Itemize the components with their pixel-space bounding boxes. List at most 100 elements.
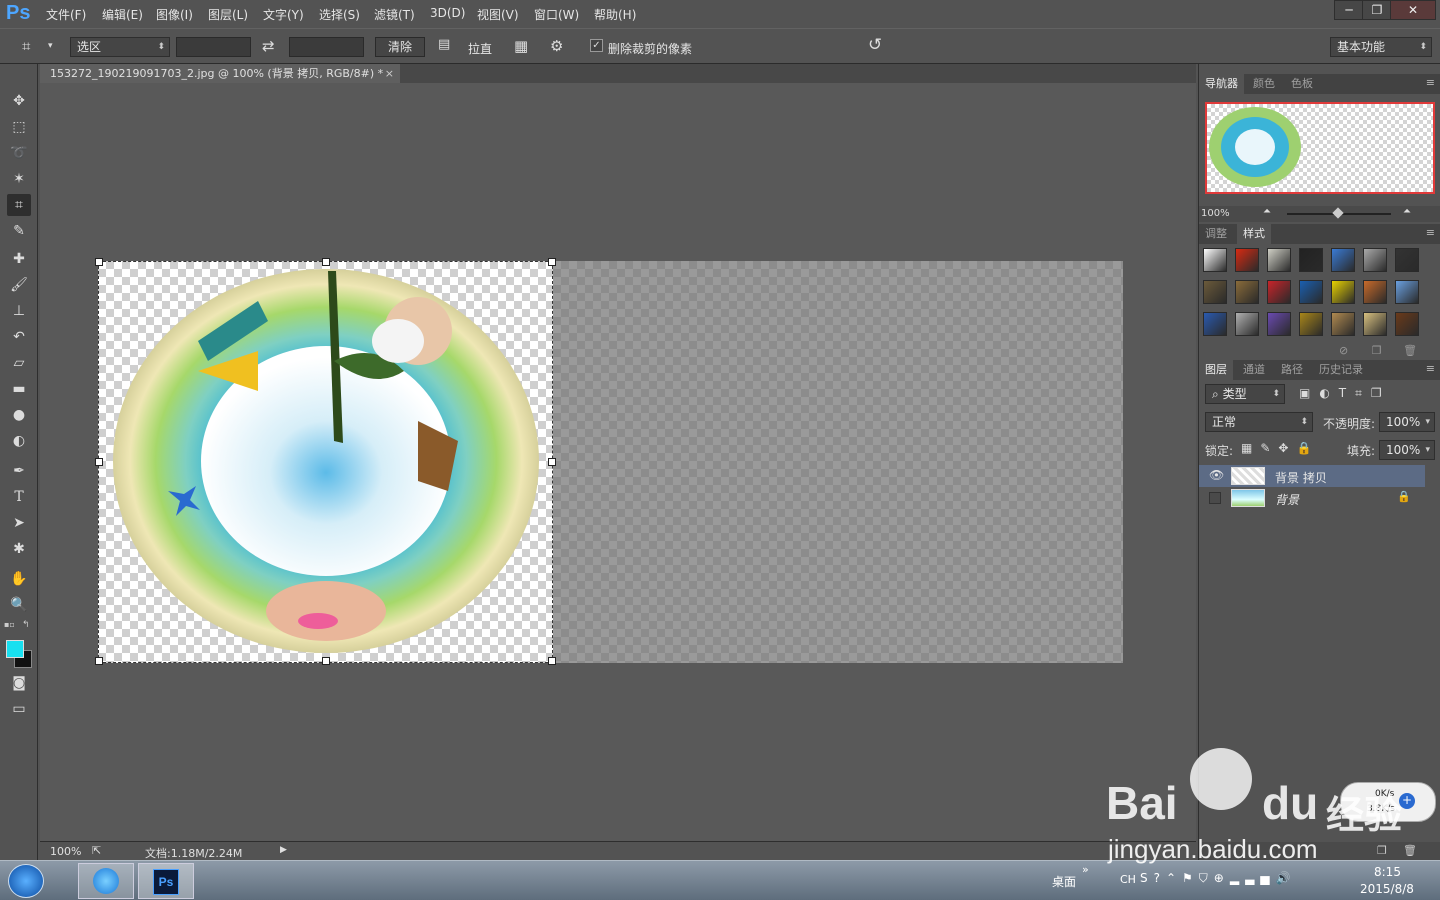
style-swatch[interactable] (1363, 312, 1387, 336)
menu-file[interactable]: 文件(F) (46, 6, 86, 23)
lasso-tool-icon[interactable]: ➰ (7, 142, 31, 164)
style-swatch[interactable] (1331, 312, 1355, 336)
straighten-icon[interactable]: ▤ (438, 37, 450, 52)
layer-row[interactable]: 👁 背景 拷贝 (1199, 465, 1425, 487)
style-swatch[interactable] (1267, 280, 1291, 304)
tab-swatches[interactable]: 色板 (1285, 74, 1319, 94)
new-layer-icon[interactable]: ❐ (1377, 844, 1387, 857)
healing-brush-icon[interactable]: ✚ (7, 248, 31, 270)
close-tab-icon[interactable]: × (385, 64, 394, 83)
style-swatch[interactable] (1331, 248, 1355, 272)
input-language[interactable]: CH (1120, 873, 1136, 886)
style-swatch[interactable] (1267, 312, 1291, 336)
tool-preset-arrow-icon[interactable]: ▾ (48, 41, 53, 51)
visibility-toggle[interactable] (1209, 492, 1221, 504)
crop-tool-icon[interactable]: ⌗ (7, 194, 31, 216)
tab-styles[interactable]: 样式 (1237, 224, 1271, 244)
crop-handle-left[interactable] (95, 458, 103, 466)
menu-3d[interactable]: 3D(D) (430, 6, 465, 20)
zoom-in-icon[interactable]: ⏶ (1403, 206, 1411, 217)
shape-tool-icon[interactable]: ✱ (7, 538, 31, 560)
swap-icon[interactable]: ⇄ (262, 37, 275, 55)
menu-window[interactable]: 窗口(W) (534, 6, 579, 23)
menu-view[interactable]: 视图(V) (477, 6, 519, 23)
width-input[interactable] (176, 37, 251, 57)
zoom-level[interactable]: 100% (50, 845, 81, 858)
restore-button[interactable]: ❐ (1362, 0, 1392, 20)
style-swatch[interactable] (1235, 312, 1259, 336)
lock-icons[interactable]: ▦✎✥🔒 (1241, 441, 1319, 455)
eraser-icon[interactable]: ▱ (7, 352, 31, 374)
menu-help[interactable]: 帮助(H) (594, 6, 636, 23)
style-swatch[interactable] (1363, 280, 1387, 304)
quick-mask-icon[interactable]: ◙ (7, 672, 31, 694)
overlay-grid-icon[interactable]: ▦ (514, 37, 528, 55)
style-swatch[interactable] (1267, 248, 1291, 272)
pen-icon[interactable]: ✒ (7, 460, 31, 482)
menu-select[interactable]: 选择(S) (319, 6, 360, 23)
layer-name[interactable]: 背景 拷贝 (1275, 469, 1327, 486)
tray-icons[interactable]: S?⌃⚑⛉⊕▂▃▅🔊 (1140, 871, 1296, 886)
workspace-select[interactable]: 基本功能 ⬍ (1330, 37, 1432, 57)
gradient-icon[interactable]: ▬ (7, 378, 31, 400)
layer-filter-icons[interactable]: ▣◐T⌗❐ (1299, 386, 1391, 401)
tab-layers[interactable]: 图层 (1199, 360, 1233, 380)
blur-icon[interactable]: ● (7, 404, 31, 426)
navigator-thumbnail[interactable] (1205, 102, 1435, 194)
taskbar-app-browser[interactable] (78, 863, 134, 899)
crop-handle-top-left[interactable] (95, 258, 103, 266)
navigator-zoom-value[interactable]: 100% (1201, 208, 1230, 219)
crop-handle-right[interactable] (548, 458, 556, 466)
style-swatch[interactable] (1299, 312, 1323, 336)
reset-icon[interactable]: ↺ (868, 35, 882, 55)
tab-adjustments[interactable]: 调整 (1199, 224, 1233, 244)
layer-filter-select[interactable]: ⌕ 类型 ⬍ (1205, 384, 1285, 404)
zoom-slider-thumb[interactable] (1332, 207, 1344, 219)
tab-navigator[interactable]: 导航器 (1199, 74, 1244, 94)
canvas-area[interactable] (40, 83, 1196, 841)
export-icon[interactable]: ⇱ (92, 844, 101, 857)
crop-ratio-select[interactable]: 选区 ⬍ (70, 37, 170, 57)
type-tool-icon[interactable]: T (7, 486, 31, 508)
menu-type[interactable]: 文字(Y) (263, 6, 304, 23)
expand-icon[interactable]: » (1082, 863, 1089, 876)
layer-row[interactable]: 背景 🔒 (1199, 487, 1425, 509)
close-button[interactable]: ✕ (1390, 0, 1436, 20)
style-swatch[interactable] (1395, 312, 1419, 336)
clock-time[interactable]: 8:15 (1374, 865, 1401, 879)
menu-edit[interactable]: 编辑(E) (102, 6, 143, 23)
style-swatch[interactable] (1299, 248, 1323, 272)
brush-icon[interactable]: 🖌 (7, 274, 31, 296)
style-swatch[interactable] (1331, 280, 1355, 304)
clock-date[interactable]: 2015/8/8 (1360, 882, 1414, 896)
crop-handle-top-right[interactable] (548, 258, 556, 266)
crop-handle-bottom-right[interactable] (548, 657, 556, 665)
status-menu-arrow-icon[interactable]: ▶ (280, 845, 287, 855)
panel-menu-icon[interactable]: ≡ (1426, 226, 1435, 239)
taskbar-app-photoshop[interactable]: Ps (138, 863, 194, 899)
style-swatch[interactable] (1299, 280, 1323, 304)
tab-history[interactable]: 历史记录 (1313, 360, 1369, 380)
swap-colors-icon[interactable]: ↰ (22, 620, 30, 630)
style-swatch[interactable] (1235, 280, 1259, 304)
eyedropper-icon[interactable]: ✎ (7, 220, 31, 242)
start-button[interactable] (8, 864, 44, 898)
screen-mode-icon[interactable]: ▭ (7, 698, 31, 720)
style-swatch[interactable] (1203, 312, 1227, 336)
blend-mode-select[interactable]: 正常 ⬍ (1205, 412, 1313, 432)
layer-name[interactable]: 背景 (1275, 491, 1299, 508)
style-swatch[interactable] (1203, 280, 1227, 304)
magic-wand-icon[interactable]: ✶ (7, 168, 31, 190)
new-style-icon[interactable]: ❐ (1372, 344, 1382, 357)
settings-gear-icon[interactable]: ⚙ (550, 37, 563, 55)
style-swatch[interactable] (1395, 248, 1419, 272)
tab-color[interactable]: 颜色 (1247, 74, 1281, 94)
clear-button[interactable]: 清除 (375, 37, 425, 57)
style-swatch[interactable] (1235, 248, 1259, 272)
clear-style-icon[interactable]: ⊘ (1339, 344, 1348, 357)
menu-image[interactable]: 图像(I) (156, 6, 193, 23)
straighten-label[interactable]: 拉直 (468, 40, 492, 57)
marquee-tool-icon[interactable]: ⬚ (7, 116, 31, 138)
height-input[interactable] (289, 37, 364, 57)
document-canvas[interactable] (95, 258, 1123, 665)
